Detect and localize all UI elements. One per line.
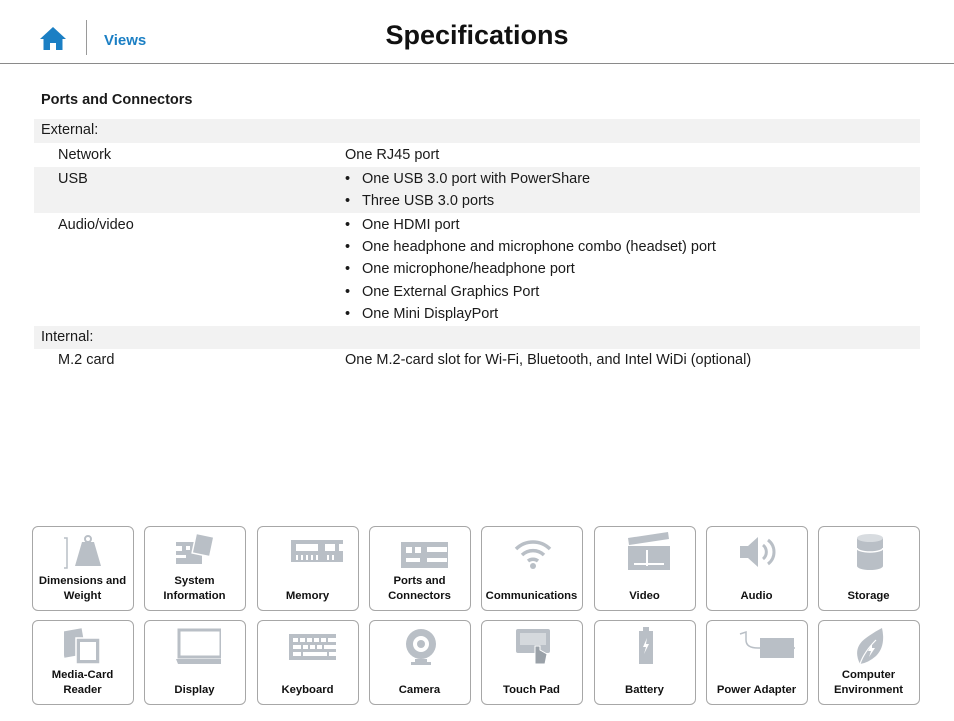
tile-label: Media-Card Reader bbox=[51, 669, 114, 696]
list-item: • One headphone and microphone combo (hea… bbox=[345, 239, 716, 255]
list-item: • One USB 3.0 port with PowerShare bbox=[345, 171, 591, 187]
table-row-internal: Internal: bbox=[34, 326, 920, 349]
tile-label: Audio bbox=[740, 590, 773, 602]
tile-memory[interactable]: Memory bbox=[257, 526, 359, 611]
tile-audio[interactable]: Audio bbox=[706, 526, 808, 611]
section-title: Ports and Connectors bbox=[41, 92, 193, 108]
keyboard-icon bbox=[289, 634, 336, 660]
table-row-external: External: bbox=[34, 119, 920, 143]
tile-label: Communications bbox=[485, 590, 578, 602]
weight-icon bbox=[64, 535, 101, 569]
list-item: • One microphone/headphone port bbox=[345, 261, 575, 277]
page-title: Specifications bbox=[385, 20, 569, 50]
tile-camera[interactable]: Camera bbox=[369, 620, 471, 705]
touchpad-icon bbox=[516, 629, 550, 665]
m2-card-value: One M.2-card slot for Wi-Fi, Bluetooth, … bbox=[345, 352, 752, 368]
tile-power-adapter[interactable]: Power Adapter bbox=[706, 620, 808, 705]
tile-label: Battery bbox=[625, 684, 664, 696]
page-header: Views Specifications bbox=[0, 0, 954, 64]
tile-label: Computer Environment bbox=[833, 669, 904, 696]
tile-label: Video bbox=[629, 590, 660, 602]
camera-icon bbox=[406, 629, 436, 665]
tile-label: Display bbox=[174, 684, 215, 696]
table-row-usb: USB • One USB 3.0 port with PowerShare • T… bbox=[34, 167, 920, 213]
tile-label: Storage bbox=[847, 590, 890, 602]
tile-label: Power Adapter bbox=[716, 684, 797, 696]
battery-icon bbox=[639, 627, 653, 664]
tile-computer-environment[interactable]: Computer Environment bbox=[818, 620, 920, 705]
storage-icon bbox=[856, 534, 884, 570]
m2-card-label: M.2 card bbox=[58, 352, 115, 368]
table-row-audio-video: Audio/video • One HDMI port • One headphon… bbox=[34, 213, 920, 326]
wifi-icon bbox=[514, 540, 552, 569]
group-label-external: External: bbox=[41, 122, 99, 138]
display-icon bbox=[176, 628, 221, 664]
group-label-internal: Internal: bbox=[41, 329, 94, 345]
tile-label: Ports and Connectors bbox=[388, 575, 451, 602]
tile-video[interactable]: Video bbox=[594, 526, 696, 611]
tile-system-information[interactable]: System Information bbox=[144, 526, 246, 611]
tile-display[interactable]: Display bbox=[144, 620, 246, 705]
tile-label: Memory bbox=[285, 590, 330, 602]
tile-storage[interactable]: Storage bbox=[818, 526, 920, 611]
memory-icon bbox=[291, 540, 343, 562]
tile-label: Camera bbox=[398, 684, 441, 696]
tile-media-card-reader[interactable]: Media-Card Reader bbox=[32, 620, 134, 705]
tile-label: Dimensions and Weight bbox=[38, 575, 127, 602]
network-label: Network bbox=[58, 147, 112, 163]
tile-label: System Information bbox=[163, 575, 226, 602]
leaf-icon bbox=[857, 628, 884, 665]
tile-battery[interactable]: Battery bbox=[594, 620, 696, 705]
tile-communications[interactable]: Communications bbox=[481, 526, 583, 611]
list-item: • One Mini DisplayPort bbox=[345, 306, 499, 322]
list-item: • One External Graphics Port bbox=[345, 284, 540, 300]
tile-touch-pad[interactable]: Touch Pad bbox=[481, 620, 583, 705]
tile-dimensions-and-weight[interactable]: Dimensions and Weight bbox=[32, 526, 134, 611]
table-row-network: Network One RJ45 port bbox=[34, 143, 920, 167]
tile-ports-and-connectors[interactable]: Ports and Connectors bbox=[369, 526, 471, 611]
speaker-icon bbox=[740, 537, 776, 567]
audio-video-label: Audio/video bbox=[58, 217, 134, 233]
list-item: • Three USB 3.0 ports bbox=[345, 193, 495, 209]
clapperboard-icon bbox=[628, 532, 670, 570]
usb-label: USB bbox=[58, 171, 88, 187]
motherboard-icon bbox=[176, 532, 215, 564]
power-adapter-icon bbox=[739, 630, 795, 658]
ports-icon bbox=[401, 542, 448, 568]
network-value: One RJ45 port bbox=[345, 147, 440, 163]
media-card-icon bbox=[64, 628, 101, 665]
table-row-m2-card: M.2 card One M.2-card slot for Wi-Fi, Bl… bbox=[34, 349, 920, 373]
tile-label: Keyboard bbox=[281, 684, 334, 696]
tile-keyboard[interactable]: Keyboard bbox=[257, 620, 359, 705]
list-item: • One HDMI port bbox=[345, 217, 460, 233]
tile-label: Touch Pad bbox=[503, 684, 560, 696]
